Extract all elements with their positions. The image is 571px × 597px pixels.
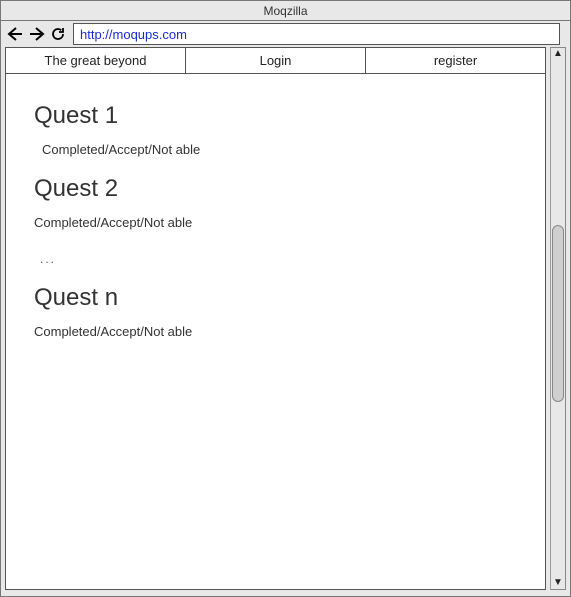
scroll-up-icon[interactable]: ▲ <box>553 49 563 59</box>
forward-icon[interactable] <box>27 27 47 41</box>
vertical-scrollbar[interactable]: ▲ ▼ <box>550 47 566 590</box>
browser-toolbar <box>1 21 570 47</box>
tab-bar: The great beyond Login register <box>6 48 545 74</box>
address-bar[interactable] <box>73 23 560 45</box>
content-area: Quest 1 Completed/Accept/Not able Quest … <box>6 74 545 589</box>
quest-title: Quest 1 <box>34 102 517 130</box>
scroll-down-icon[interactable]: ▼ <box>553 578 563 588</box>
body-row: The great beyond Login register Quest 1 … <box>1 47 570 596</box>
tab-great-beyond[interactable]: The great beyond <box>6 48 186 73</box>
quest-status: Completed/Accept/Not able <box>42 142 517 157</box>
quest-status: Completed/Accept/Not able <box>34 324 517 339</box>
browser-window: Moqzilla The great beyond Login register… <box>0 0 571 597</box>
scroll-track[interactable] <box>552 59 564 578</box>
quest-status: Completed/Accept/Not able <box>34 215 517 230</box>
tab-register[interactable]: register <box>366 48 545 73</box>
reload-icon[interactable] <box>49 27 67 41</box>
tab-login[interactable]: Login <box>186 48 366 73</box>
ellipsis: ... <box>40 252 517 266</box>
window-title: Moqzilla <box>1 1 570 21</box>
page: The great beyond Login register Quest 1 … <box>5 47 546 590</box>
quest-title: Quest 2 <box>34 175 517 203</box>
quest-title: Quest n <box>34 284 517 312</box>
back-icon[interactable] <box>5 27 25 41</box>
scroll-thumb[interactable] <box>552 225 564 401</box>
